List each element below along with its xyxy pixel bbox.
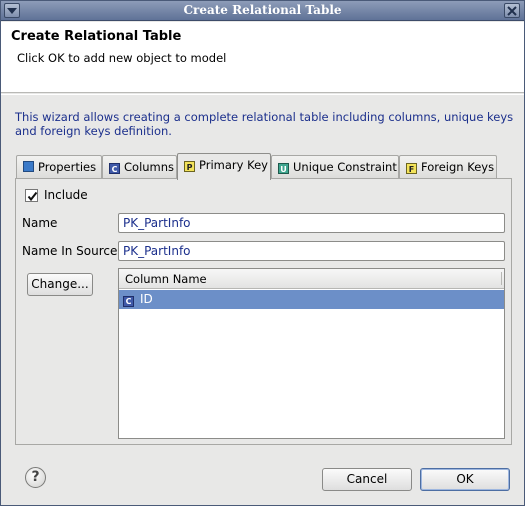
tab-label: Properties: [38, 160, 97, 174]
column-header-label: Column Name: [125, 272, 207, 286]
tab-unique-constraint[interactable]: U Unique Constraint: [271, 155, 399, 179]
header-title: Create Relational Table: [11, 29, 182, 44]
tab-label: Columns: [124, 160, 175, 174]
tab-primary-key[interactable]: P Primary Key: [177, 153, 271, 180]
properties-icon: [23, 161, 34, 172]
columns-icon: C: [109, 163, 120, 174]
name-field[interactable]: PK_PartInfo: [118, 213, 505, 233]
header-divider: [1, 94, 524, 95]
tab-label: Unique Constraint: [293, 160, 397, 174]
wizard-description: This wizard allows creating a complete r…: [15, 110, 514, 138]
column-icon: C: [123, 296, 134, 307]
tab-label: Primary Key: [199, 158, 268, 172]
column-name-header[interactable]: Column Name: [119, 269, 504, 289]
tab-properties[interactable]: Properties: [16, 155, 102, 179]
checkmark-icon: [27, 191, 38, 202]
title-bar[interactable]: Create Relational Table: [1, 1, 524, 21]
dialog-window: Create Relational Table Create Relationa…: [0, 0, 525, 506]
name-in-source-label: Name In Source: [22, 244, 118, 258]
tab-foreign-keys[interactable]: F Foreign Keys: [399, 155, 497, 179]
include-label: Include: [44, 188, 88, 202]
help-icon[interactable]: ?: [25, 467, 46, 488]
window-title: Create Relational Table: [183, 3, 342, 17]
unique-constraint-icon: U: [278, 163, 289, 174]
name-label: Name: [22, 216, 58, 230]
tab-label: Foreign Keys: [421, 160, 495, 174]
cancel-button[interactable]: Cancel: [322, 468, 412, 491]
ok-button[interactable]: OK: [420, 468, 510, 491]
name-in-source-field[interactable]: PK_PartInfo: [118, 241, 505, 261]
close-icon[interactable]: [504, 3, 520, 18]
table-row[interactable]: C ID: [119, 290, 504, 309]
column-table: Column Name C ID: [118, 268, 505, 439]
row-column-name: ID: [140, 292, 153, 306]
include-checkbox[interactable]: [25, 189, 38, 202]
foreign-keys-icon: F: [406, 163, 417, 174]
tab-columns[interactable]: C Columns: [102, 155, 177, 179]
header-description: Click OK to add new object to model: [17, 51, 227, 65]
wizard-header: Create Relational Table Click OK to add …: [1, 22, 524, 93]
column-divider: [501, 272, 502, 285]
change-button[interactable]: Change...: [27, 273, 93, 296]
primary-key-icon: P: [184, 161, 195, 172]
